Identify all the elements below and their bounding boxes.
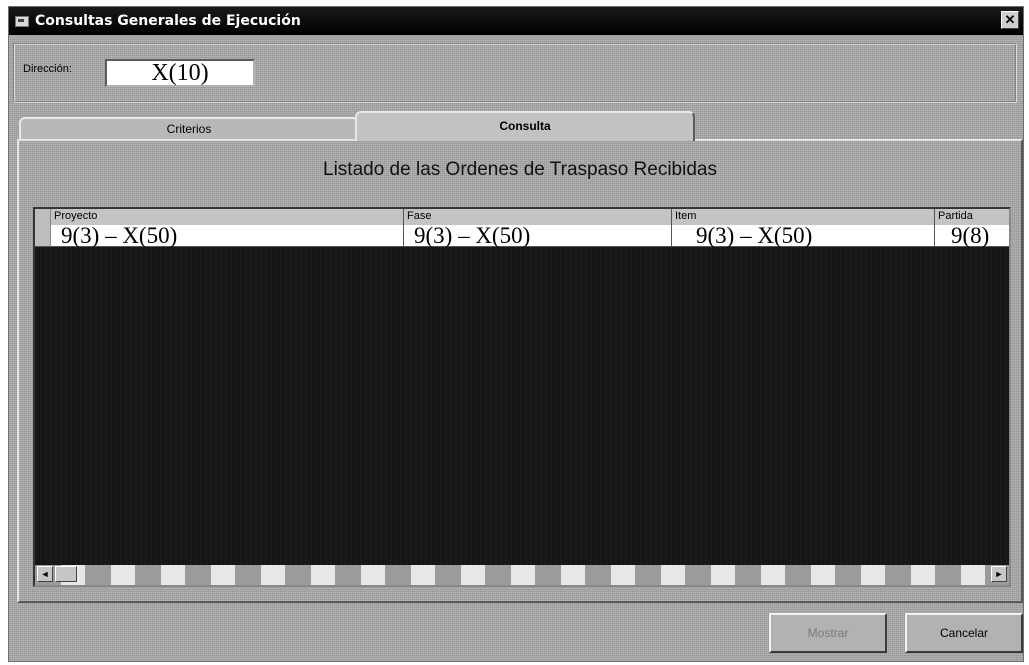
direccion-frame: Dirección: X(10) [13,43,1017,103]
direccion-label: Dirección: [23,63,72,75]
close-button[interactable]: ✕ [1001,11,1019,29]
tab-criterios[interactable]: Criterios [19,117,359,141]
cell-partida[interactable]: 9(8) [935,224,1009,247]
header-selector [35,209,51,225]
cell-fase[interactable]: 9(3) – X(50) [404,224,672,247]
results-grid[interactable]: Proyecto Fase Item Partida 9(3) – X(50) … [33,207,1011,587]
direccion-field[interactable]: X(10) [105,59,255,87]
listing-title: Listado de las Ordenes de Traspaso Recib… [323,159,717,180]
mostrar-button[interactable]: Mostrar [769,613,887,653]
cancelar-button[interactable]: Cancelar [905,613,1023,653]
title-bar: Consultas Generales de Ejecución ✕ [9,7,1023,35]
scroll-left-icon[interactable]: ◄ [37,566,53,582]
horizontal-scrollbar[interactable]: ◄ ► [35,565,1009,585]
cell-proyecto[interactable]: 9(3) – X(50) [51,224,404,247]
cell-item[interactable]: 9(3) – X(50) [672,224,935,247]
app-icon [15,15,29,27]
main-window: Consultas Generales de Ejecución ✕ Direc… [8,6,1024,662]
consulta-panel: Listado de las Ordenes de Traspaso Recib… [17,139,1023,603]
scroll-thumb[interactable] [55,566,77,582]
tab-consulta-label: Consulta [499,119,551,133]
tab-criterios-label: Criterios [166,122,212,136]
row-selector[interactable] [35,225,51,247]
tab-consulta[interactable]: Consulta [355,111,695,141]
window-title: Consultas Generales de Ejecución [35,13,301,29]
scroll-right-icon[interactable]: ► [991,566,1007,582]
table-row[interactable]: 9(3) – X(50) 9(3) – X(50) 9(3) – X(50) 9… [35,224,1009,247]
